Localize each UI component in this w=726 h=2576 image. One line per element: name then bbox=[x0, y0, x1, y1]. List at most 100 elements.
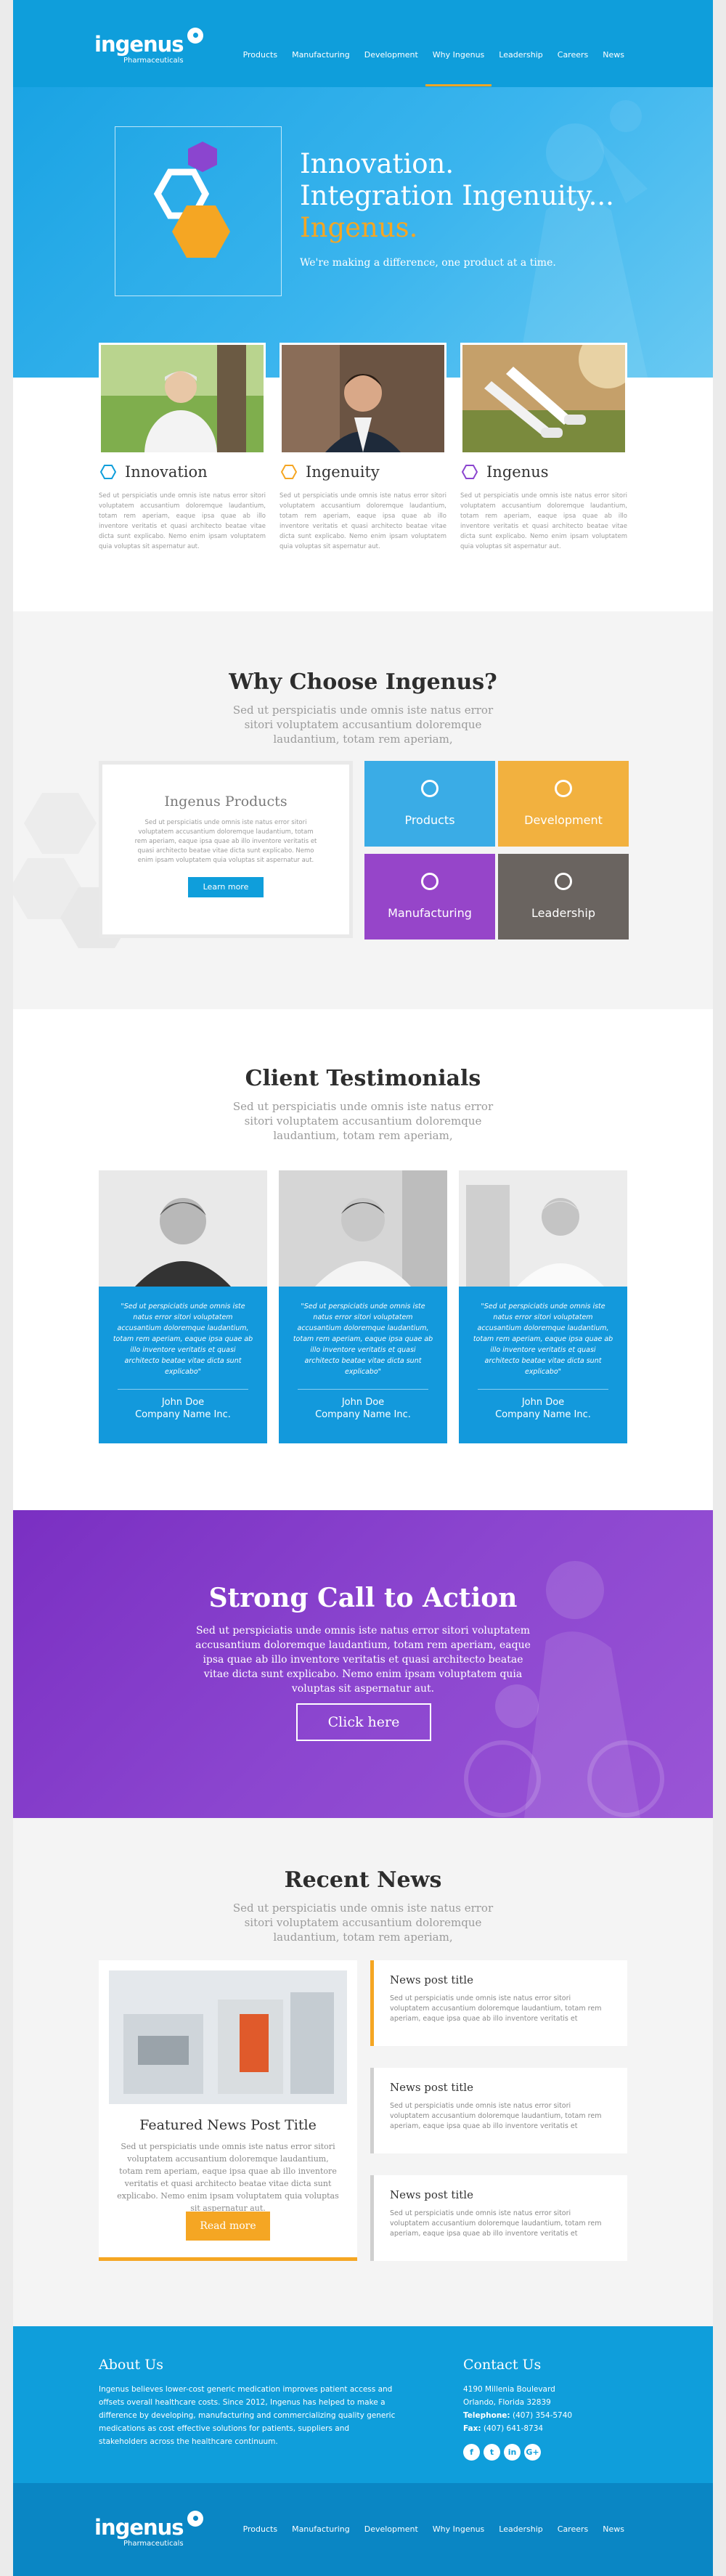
testimonials-title: Client Testimonials bbox=[245, 1066, 481, 1091]
linkedin-icon[interactable]: in bbox=[504, 2444, 521, 2461]
testimonial-quote: "Sed ut perspiciatis unde omnis iste nat… bbox=[113, 1303, 253, 1376]
google-plus-icon[interactable]: G+ bbox=[524, 2444, 541, 2461]
tile-leadership[interactable]: Leadership bbox=[498, 854, 629, 939]
tile-development[interactable]: Development bbox=[498, 761, 629, 847]
tile-products[interactable]: Products bbox=[364, 761, 495, 847]
products-card: Ingenus Products Sed ut perspiciatis und… bbox=[99, 761, 353, 938]
testimonial-quote: "Sed ut perspiciatis unde omnis iste nat… bbox=[293, 1303, 433, 1376]
features-section: Innovation Sed ut perspiciatis unde omni… bbox=[13, 343, 713, 611]
testimonial-photo bbox=[99, 1170, 267, 1287]
news-post[interactable]: News post title Sed ut perspiciatis unde… bbox=[370, 1960, 627, 2046]
feature-title: Ingenus bbox=[486, 463, 549, 481]
footer-nav-news[interactable]: News bbox=[595, 2522, 632, 2537]
testimonial-photo bbox=[279, 1170, 447, 1287]
footer-nav-why-ingenus[interactable]: Why Ingenus bbox=[425, 2522, 492, 2537]
brand-logo[interactable]: ingenus Pharmaceuticals bbox=[94, 28, 203, 65]
featured-news-title: Featured News Post Title bbox=[139, 2117, 317, 2133]
address-line-1: 4190 Millenia Boulevard bbox=[463, 2385, 555, 2394]
news-post[interactable]: News post title Sed ut perspiciatis unde… bbox=[370, 2175, 627, 2261]
site-header: ingenus Pharmaceuticals Products Manufac… bbox=[13, 0, 713, 87]
testimonial-body: "Sed ut perspiciatis unde omnis iste nat… bbox=[99, 1287, 267, 1443]
leadership-icon bbox=[555, 873, 572, 890]
tile-label: Products bbox=[404, 813, 455, 827]
click-here-button[interactable]: Click here bbox=[296, 1703, 431, 1741]
news-post[interactable]: News post title Sed ut perspiciatis unde… bbox=[370, 2068, 627, 2153]
feature-title-row: Innovation bbox=[100, 463, 266, 481]
hero-headline: Innovation. Integration Ingenuity... Ing… bbox=[300, 148, 614, 244]
news-subtitle: Sed ut perspiciatis unde omnis iste natu… bbox=[232, 1902, 494, 1944]
fax-row: Fax: (407) 641-8734 bbox=[463, 2422, 630, 2435]
feature-body: Sed ut perspiciatis unde omnis iste natu… bbox=[280, 492, 446, 550]
news-post-body: Sed ut perspiciatis unde omnis iste natu… bbox=[390, 1994, 602, 2023]
hero-banner: Innovation. Integration Ingenuity... Ing… bbox=[13, 87, 713, 378]
learn-more-button[interactable]: Learn more bbox=[188, 877, 264, 897]
about-block: About Us Ingenus believes lower-cost gen… bbox=[99, 2357, 396, 2448]
contact-details: 4190 Millenia Boulevard Orlando, Florida… bbox=[463, 2383, 630, 2435]
hexagon-orange-icon bbox=[281, 465, 297, 479]
nav-item-manufacturing[interactable]: Manufacturing bbox=[285, 48, 357, 62]
footer-nav-careers[interactable]: Careers bbox=[550, 2522, 596, 2537]
nav-item-news[interactable]: News bbox=[595, 48, 632, 62]
footer-nav-products[interactable]: Products bbox=[236, 2522, 285, 2537]
address-line-2: Orlando, Florida 32839 bbox=[463, 2398, 551, 2407]
testimonial-card: "Sed ut perspiciatis unde omnis iste nat… bbox=[459, 1170, 627, 1443]
feature-image bbox=[99, 343, 266, 455]
products-icon bbox=[421, 780, 439, 797]
development-icon bbox=[555, 780, 572, 797]
telephone-number[interactable]: (407) 354-5740 bbox=[513, 2411, 572, 2420]
hero-line-3: Ingenus. bbox=[300, 212, 418, 243]
facebook-icon[interactable]: f bbox=[463, 2444, 480, 2461]
footer-nav-development[interactable]: Development bbox=[357, 2522, 425, 2537]
feature-title: Ingenuity bbox=[306, 463, 380, 481]
hexagon-purple-icon bbox=[462, 465, 478, 479]
hero-logo-frame bbox=[115, 126, 282, 296]
nav-item-careers[interactable]: Careers bbox=[550, 48, 596, 62]
testimonial-company: Company Name Inc. bbox=[495, 1409, 591, 1420]
footer-nav-manufacturing[interactable]: Manufacturing bbox=[285, 2522, 357, 2537]
news-post-body: Sed ut perspiciatis unde omnis iste natu… bbox=[390, 2102, 602, 2130]
fax-number: (407) 641-8734 bbox=[483, 2424, 544, 2433]
nav-item-products[interactable]: Products bbox=[236, 48, 285, 62]
call-to-action-section: Strong Call to Action Sed ut perspiciati… bbox=[13, 1510, 713, 1818]
twitter-icon[interactable]: t bbox=[484, 2444, 500, 2461]
main-nav: Products Manufacturing Development Why I… bbox=[236, 48, 632, 86]
testimonial-body: "Sed ut perspiciatis unde omnis iste nat… bbox=[459, 1287, 627, 1443]
news-post-title: News post title bbox=[390, 1973, 473, 1986]
testimonial-name: John Doe bbox=[161, 1397, 205, 1408]
feature-body: Sed ut perspiciatis unde omnis iste natu… bbox=[460, 492, 627, 550]
news-post-title: News post title bbox=[390, 2081, 473, 2094]
logo-mark-icon bbox=[187, 2511, 203, 2527]
cta-body: Sed ut perspiciatis unde omnis iste natu… bbox=[195, 1625, 531, 1695]
testimonial-name: John Doe bbox=[341, 1397, 385, 1408]
testimonial-quote: "Sed ut perspiciatis unde omnis iste nat… bbox=[473, 1303, 613, 1376]
testimonial-company: Company Name Inc. bbox=[315, 1409, 411, 1420]
fax-label: Fax: bbox=[463, 2424, 481, 2433]
contact-block: Contact Us 4190 Millenia Boulevard Orlan… bbox=[463, 2357, 630, 2461]
brand-name: ingenus bbox=[94, 2515, 184, 2540]
nav-item-why-ingenus[interactable]: Why Ingenus bbox=[425, 48, 492, 86]
tile-manufacturing[interactable]: Manufacturing bbox=[364, 854, 495, 939]
nav-item-development[interactable]: Development bbox=[357, 48, 425, 62]
manufacturing-icon bbox=[421, 873, 439, 890]
footer-nav-leadership[interactable]: Leadership bbox=[492, 2522, 550, 2537]
why-section: Why Choose Ingenus? Sed ut perspiciatis … bbox=[13, 611, 713, 1009]
read-more-button[interactable]: Read more bbox=[186, 2212, 270, 2241]
footer-logo[interactable]: ingenus Pharmaceuticals bbox=[94, 2511, 203, 2548]
telephone-label: Telephone: bbox=[463, 2411, 510, 2420]
feature-title-row: Ingenuity bbox=[281, 463, 446, 481]
tile-label: Development bbox=[524, 813, 603, 827]
testimonial-card: "Sed ut perspiciatis unde omnis iste nat… bbox=[99, 1170, 267, 1443]
feature-ingenuity: Ingenuity Sed ut perspiciatis unde omnis… bbox=[280, 343, 446, 552]
feature-title-row: Ingenus bbox=[462, 463, 627, 481]
products-card-body: Sed ut perspiciatis unde omnis iste natu… bbox=[134, 819, 317, 864]
testimonial-card: "Sed ut perspiciatis unde omnis iste nat… bbox=[279, 1170, 447, 1443]
news-post-title: News post title bbox=[390, 2188, 473, 2201]
featured-news-card: Featured News Post Title Sed ut perspici… bbox=[99, 1960, 357, 2261]
footer-bar: ingenus Pharmaceuticals Products Manufac… bbox=[13, 2483, 713, 2576]
contact-title: Contact Us bbox=[463, 2357, 542, 2373]
brand-subname: Pharmaceuticals bbox=[123, 57, 184, 65]
nav-item-leadership[interactable]: Leadership bbox=[492, 48, 550, 62]
why-title: Why Choose Ingenus? bbox=[229, 669, 497, 695]
feature-image bbox=[280, 343, 446, 455]
hero-subtitle: We're making a difference, one product a… bbox=[300, 257, 556, 269]
